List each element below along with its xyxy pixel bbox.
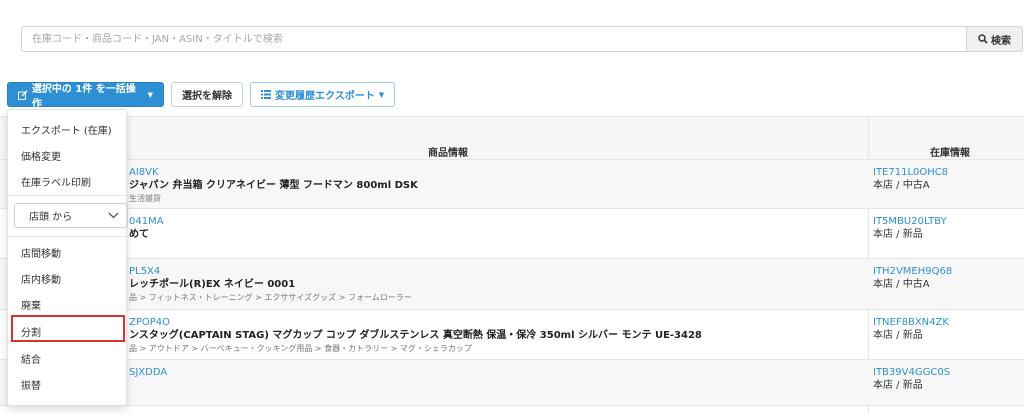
bulk-action-button[interactable]: 選択中の 1件 を一括操作 ▼: [7, 82, 164, 110]
table-row[interactable]: AI8VK ジャパン 弁当箱 クリアネイビー 薄型 フードマン 800ml DS…: [0, 160, 1024, 209]
menu-divider: [8, 195, 126, 196]
menu-item-export-stock[interactable]: エクスポート (在庫): [21, 122, 112, 137]
caret-down-icon: ▼: [378, 90, 385, 99]
menu-item-internal-transfer[interactable]: 店内移動: [21, 271, 61, 286]
stock-cell: ITB39V4GGC0S 本店 / 新品: [873, 366, 950, 393]
stock-cell: ITE711L0OHC8 本店 / 中古A: [873, 166, 948, 193]
chevron-down-icon: [108, 212, 119, 219]
product-title: レッチポール(R)EX ネイビー 0001: [129, 279, 296, 290]
stock-info: 本店 / 新品: [873, 330, 923, 341]
stock-info: 本店 / 新品: [873, 380, 923, 391]
stock-code-link[interactable]: ITB39V4GGC0S: [873, 366, 950, 379]
product-title: めて: [129, 229, 149, 240]
bulk-action-label: 選択中の 1件 を一括操作: [31, 83, 136, 110]
product-code-link[interactable]: AI8VK: [129, 166, 418, 179]
menu-item-price-change[interactable]: 価格変更: [21, 148, 61, 163]
menu-item-dispose[interactable]: 廃棄: [21, 297, 41, 312]
search-bar: 検索: [21, 26, 1023, 52]
export-history-button[interactable]: 変更履歴エクスポート ▼: [250, 82, 396, 107]
caret-down-icon: ▼: [147, 90, 153, 99]
stock-code-link[interactable]: IT5MBU20LTBY: [873, 215, 947, 228]
product-code-link[interactable]: SJXDDA: [129, 366, 167, 379]
header-product: 商品情報: [428, 148, 468, 159]
product-category: 生活雑貨: [129, 194, 161, 203]
product-title: ジャパン 弁当箱 クリアネイビー 薄型 フードマン 800ml DSK: [129, 180, 418, 191]
source-select[interactable]: 店頭 から: [14, 203, 128, 228]
product-code-link[interactable]: 041MA: [129, 215, 164, 228]
menu-item-split[interactable]: 分割: [21, 324, 41, 339]
stock-code-link[interactable]: ITNEF8BXN4ZK: [873, 316, 949, 329]
product-cell: ZPOP4O ンスタッグ(CAPTAIN STAG) マグカップ コップ ダブル…: [129, 316, 702, 354]
stock-info: 本店 / 中古A: [873, 180, 930, 191]
table-row[interactable]: 041MA めて IT5MBU20LTBY 本店 / 新品: [0, 209, 1024, 259]
stock-info: 本店 / 中古A: [873, 279, 930, 290]
menu-item-print-label[interactable]: 在庫ラベル印刷: [21, 174, 91, 189]
toolbar: 選択中の 1件 を一括操作 ▼ 選択を解除 変更履歴エクスポート ▼: [7, 82, 396, 110]
product-code-link[interactable]: PL5X4: [129, 265, 412, 278]
stock-info: 本店 / 新品: [873, 229, 923, 240]
table-row[interactable]: SJXDDA ITB39V4GGC0S 本店 / 新品: [0, 360, 1024, 406]
export-history-label: 変更履歴エクスポート: [275, 91, 375, 102]
product-cell: SJXDDA: [129, 366, 167, 379]
menu-divider: [8, 236, 126, 237]
product-cell: PL5X4 レッチポール(R)EX ネイビー 0001 品 > フィットネス・ト…: [129, 265, 412, 303]
stock-code-link[interactable]: ITH2VMEH9Q68: [873, 265, 952, 278]
product-title: ンスタッグ(CAPTAIN STAG) マグカップ コップ ダブルステンレス 真…: [129, 330, 702, 341]
product-cell: AI8VK ジャパン 弁当箱 クリアネイビー 薄型 フードマン 800ml DS…: [129, 166, 418, 204]
product-category: 品 > フィットネス・トレーニング > エクササイズグッズ > フォームローラー: [129, 293, 412, 302]
table-header: 商品情報 在庫情報: [0, 116, 1024, 160]
product-code-link[interactable]: ZPOP4O: [129, 316, 702, 329]
search-icon: [978, 34, 988, 44]
menu-item-transfer[interactable]: 振替: [21, 377, 41, 392]
stock-code-link[interactable]: ITE711L0OHC8: [873, 166, 948, 179]
inventory-table: 商品情報 在庫情報: [0, 116, 1024, 160]
bulk-action-menu: エクスポート (在庫) 価格変更 在庫ラベル印刷 店頭 から 店間移動 店内移動…: [7, 109, 128, 406]
deselect-button[interactable]: 選択を解除: [171, 82, 243, 107]
stock-cell: IT5MBU20LTBY 本店 / 新品: [873, 215, 947, 242]
stock-cell: ITNEF8BXN4ZK 本店 / 新品: [873, 316, 949, 343]
menu-item-merge[interactable]: 結合: [21, 351, 41, 366]
product-category: 品 > アウトドア > バーベキュー・クッキング用品 > 食器・カトラリー > …: [129, 344, 472, 353]
edit-icon: [18, 89, 28, 100]
table-row[interactable]: ZPOP4O ンスタッグ(CAPTAIN STAG) マグカップ コップ ダブル…: [0, 310, 1024, 360]
list-icon: [261, 90, 271, 99]
search-button[interactable]: 検索: [966, 26, 1023, 52]
source-select-value: 店頭 から: [29, 212, 73, 223]
search-input[interactable]: [21, 26, 966, 52]
product-cell: 041MA めて: [129, 215, 164, 242]
menu-item-store-transfer[interactable]: 店間移動: [21, 245, 61, 260]
header-stock: 在庫情報: [930, 148, 970, 159]
table-row[interactable]: PL5X4 レッチポール(R)EX ネイビー 0001 品 > フィットネス・ト…: [0, 259, 1024, 310]
deselect-label: 選択を解除: [182, 91, 232, 102]
stock-cell: ITH2VMEH9Q68 本店 / 中古A: [873, 265, 952, 292]
search-button-label: 検索: [991, 35, 1011, 47]
